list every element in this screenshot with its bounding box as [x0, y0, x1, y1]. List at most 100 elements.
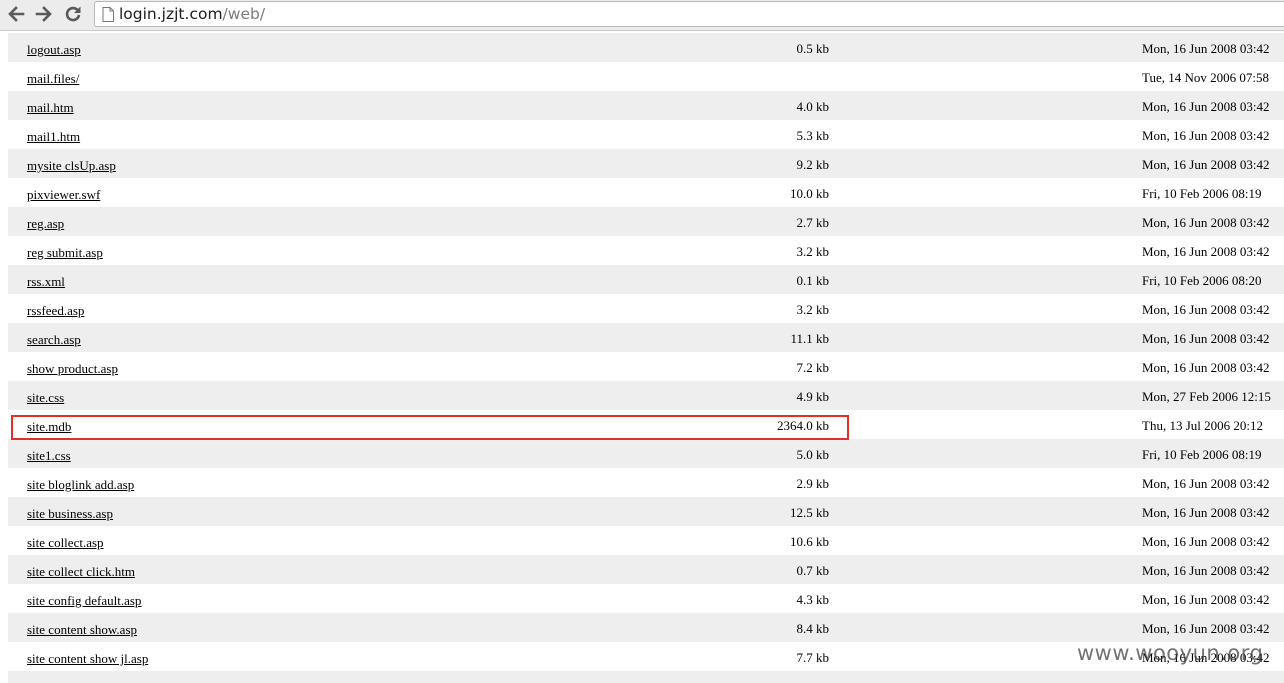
forward-button[interactable]	[33, 3, 55, 25]
file-row-partial	[8, 671, 1284, 683]
file-size: 5.3 kb	[796, 128, 830, 143]
file-link[interactable]: show product.asp	[27, 361, 118, 376]
file-size: 0.7 kb	[796, 563, 830, 578]
file-date: Mon, 16 Jun 2008 03:42	[1142, 157, 1270, 172]
file-size: 10.0 kb	[790, 186, 829, 201]
file-date: Mon, 16 Jun 2008 03:42	[1142, 360, 1270, 375]
file-row: mail.htm 4.0 kb Mon, 16 Jun 2008 03:42	[8, 91, 1284, 120]
file-link[interactable]: mail1.htm	[27, 129, 80, 144]
file-date: Mon, 16 Jun 2008 03:42	[1142, 476, 1270, 491]
file-date: Fri, 10 Feb 2006 08:20	[1142, 273, 1262, 288]
file-date: Mon, 16 Jun 2008 03:42	[1142, 41, 1270, 56]
file-size: 3.2 kb	[796, 244, 830, 259]
file-link[interactable]: site.css	[27, 390, 64, 405]
file-link[interactable]: logout.asp	[27, 42, 81, 57]
directory-listing: logout.asp 0.5 kb Mon, 16 Jun 2008 03:42 ma…	[8, 33, 1284, 683]
file-link[interactable]: pixviewer.swf	[27, 187, 100, 202]
file-size: 4.9 kb	[796, 389, 830, 404]
file-link[interactable]: search.asp	[27, 332, 81, 347]
file-link[interactable]: site collect.asp	[27, 535, 104, 550]
file-size: 7.7 kb	[796, 650, 830, 665]
file-row: mysite clsUp.asp 9.2 kb Mon, 16 Jun 2008 0…	[8, 149, 1284, 178]
file-row: mail.files/Tue, 14 Nov 2006 07:58	[8, 62, 1284, 91]
file-size: 2.7 kb	[796, 215, 830, 230]
file-link[interactable]: site1.css	[27, 448, 71, 463]
file-size: 4.3 kb	[796, 592, 830, 607]
url-text: login.jzjt.com/web/	[119, 5, 265, 24]
file-date: Fri, 10 Feb 2006 08:19	[1142, 447, 1262, 462]
file-size: 0.1 kb	[796, 273, 830, 288]
file-row-highlighted: site.mdb 2364.0 kb Thu, 13 Jul 2006 20:12	[8, 410, 1284, 439]
file-size: 3.2 kb	[796, 302, 830, 317]
file-link[interactable]: reg submit.asp	[27, 245, 103, 260]
file-row: show product.asp 7.2 kb Mon, 16 Jun 2008 0…	[8, 352, 1284, 381]
file-link[interactable]: rss.xml	[27, 274, 65, 289]
file-size: 2364.0 kb	[777, 418, 829, 433]
file-size: 7.2 kb	[796, 360, 830, 375]
file-size: 4.0 kb	[796, 99, 830, 114]
file-row: reg.asp 2.7 kb Mon, 16 Jun 2008 03:42	[8, 207, 1284, 236]
file-size: 0.5 kb	[796, 41, 830, 56]
file-row: rssfeed.asp 3.2 kb Mon, 16 Jun 2008 03:42	[8, 294, 1284, 323]
browser-toolbar: login.jzjt.com/web/	[0, 0, 1284, 31]
reload-button[interactable]	[62, 3, 84, 25]
file-link[interactable]: reg.asp	[27, 216, 64, 231]
url-path: /web/	[222, 5, 266, 23]
file-link[interactable]: site collect click.htm	[27, 564, 135, 579]
file-row: site config default.asp 4.3 kb Mon, 16 Jun…	[8, 584, 1284, 613]
file-date: Mon, 16 Jun 2008 03:42	[1142, 302, 1270, 317]
url-host: login.jzjt.com	[119, 5, 223, 23]
file-size: 12.5 kb	[790, 505, 829, 520]
file-link[interactable]: mail.htm	[27, 100, 74, 115]
file-row: site content show.asp 8.4 kb Mon, 16 Jun 2…	[8, 613, 1284, 642]
file-row: site collect click.htm 0.7 kb Mon, 16 Jun …	[8, 555, 1284, 584]
file-size: 2.9 kb	[796, 476, 830, 491]
file-link[interactable]: site bloglink add.asp	[27, 477, 134, 492]
file-link[interactable]: site business.asp	[27, 506, 113, 521]
file-date: Mon, 16 Jun 2008 03:42	[1142, 128, 1270, 143]
file-row: search.asp 11.1 kb Mon, 16 Jun 2008 03:42	[8, 323, 1284, 352]
file-row: site1.css 5.0 kb Fri, 10 Feb 2006 08:19	[8, 439, 1284, 468]
file-date: Thu, 13 Jul 2006 20:12	[1142, 418, 1263, 433]
file-size: 5.0 kb	[796, 447, 830, 462]
file-date: Mon, 16 Jun 2008 03:42	[1142, 592, 1270, 607]
file-row: mail1.htm 5.3 kb Mon, 16 Jun 2008 03:42	[8, 120, 1284, 149]
file-date: Mon, 16 Jun 2008 03:42	[1142, 650, 1270, 665]
forward-arrow-icon	[35, 6, 52, 22]
file-row: site content show jl.asp 7.7 kb Mon, 16 Ju…	[8, 642, 1284, 671]
file-date: Mon, 16 Jun 2008 03:42	[1142, 215, 1270, 230]
file-link[interactable]: site content show.asp	[27, 622, 137, 637]
file-link[interactable]: mail.files/	[27, 71, 79, 86]
file-row: rss.xml 0.1 kb Fri, 10 Feb 2006 08:20	[8, 265, 1284, 294]
page-icon	[102, 7, 114, 22]
file-date: Mon, 16 Jun 2008 03:42	[1142, 563, 1270, 578]
file-date: Mon, 16 Jun 2008 03:42	[1142, 99, 1270, 114]
file-date: Fri, 10 Feb 2006 08:19	[1142, 186, 1262, 201]
address-bar[interactable]: login.jzjt.com/web/	[94, 1, 1284, 27]
file-row: pixviewer.swf 10.0 kb Fri, 10 Feb 2006 08:…	[8, 178, 1284, 207]
file-date: Mon, 16 Jun 2008 03:42	[1142, 331, 1270, 346]
file-size: 9.2 kb	[796, 157, 830, 172]
file-date: Tue, 14 Nov 2006 07:58	[1142, 70, 1270, 85]
file-row: logout.asp 0.5 kb Mon, 16 Jun 2008 03:42	[8, 33, 1284, 62]
file-link[interactable]: site content show jl.asp	[27, 651, 148, 666]
file-row: reg submit.asp 3.2 kb Mon, 16 Jun 2008 03:…	[8, 236, 1284, 265]
file-date: Mon, 16 Jun 2008 03:42	[1142, 505, 1270, 520]
file-link[interactable]: site config default.asp	[27, 593, 141, 608]
file-size: 11.1 kb	[790, 331, 829, 346]
file-size: 8.4 kb	[796, 621, 830, 636]
file-date: Mon, 16 Jun 2008 03:42	[1142, 534, 1270, 549]
file-row: site business.asp 12.5 kb Mon, 16 Jun 2008…	[8, 497, 1284, 526]
file-row: site collect.asp 10.6 kb Mon, 16 Jun 2008 …	[8, 526, 1284, 555]
file-link[interactable]: mysite clsUp.asp	[27, 158, 116, 173]
file-link[interactable]: rssfeed.asp	[27, 303, 84, 318]
file-row: site bloglink add.asp 2.9 kb Mon, 16 Jun 2…	[8, 468, 1284, 497]
file-date: Mon, 16 Jun 2008 03:42	[1142, 621, 1270, 636]
file-date: Mon, 16 Jun 2008 03:42	[1142, 244, 1270, 259]
file-date: Mon, 27 Feb 2006 12:15	[1142, 389, 1271, 404]
back-arrow-icon	[8, 6, 25, 22]
file-link[interactable]: site.mdb	[27, 419, 71, 434]
file-row: site.css 4.9 kb Mon, 27 Feb 2006 12:15	[8, 381, 1284, 410]
file-size: 10.6 kb	[790, 534, 829, 549]
back-button[interactable]	[5, 3, 27, 25]
